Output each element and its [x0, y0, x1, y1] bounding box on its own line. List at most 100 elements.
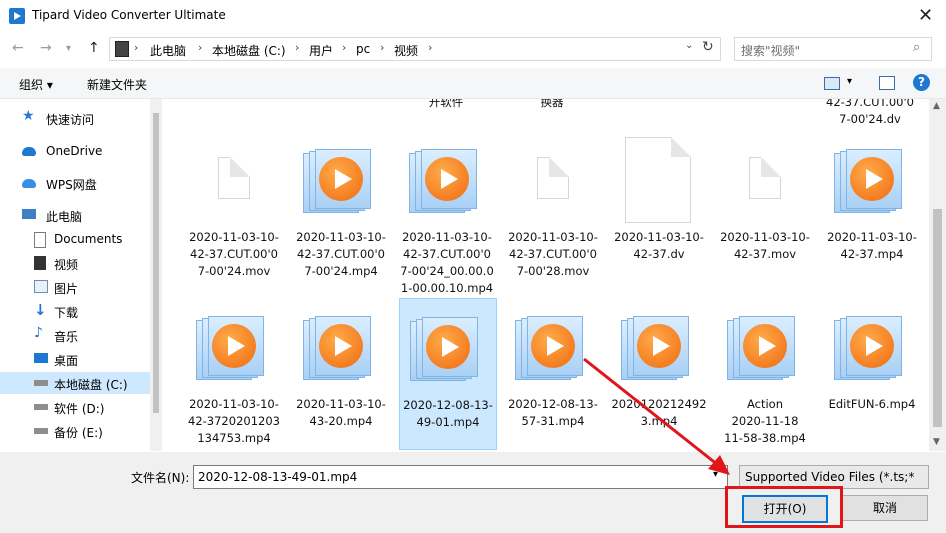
play-icon	[850, 324, 894, 368]
star-icon: ★	[22, 108, 35, 124]
file-item[interactable]: 2020-11-03-10- 42-37.CUT.00'0 7-00'24_00…	[399, 131, 495, 295]
sidebar-item-quick-access[interactable]: ★ 快速访问	[0, 107, 150, 129]
breadcrumb-users[interactable]: 用户	[309, 42, 333, 59]
back-arrow-icon[interactable]: ←	[12, 40, 24, 56]
forward-arrow-icon[interactable]: →	[40, 40, 52, 56]
video-icon	[34, 256, 46, 270]
up-arrow-icon[interactable]: ↑	[88, 40, 100, 56]
file-item[interactable]: 2020-11-03-10- 42-3720201203 134753.mp4	[186, 298, 282, 448]
breadcrumb-separator: ›	[295, 41, 300, 54]
media-player-icon	[196, 316, 272, 380]
breadcrumb-separator: ›	[134, 41, 139, 54]
media-player-icon	[303, 149, 379, 213]
file-name: 2020-12-08-13- 49-01.mp4	[403, 398, 493, 429]
address-dropdown-icon[interactable]: ⌄	[685, 40, 693, 51]
sidebar-scrollbar[interactable]	[150, 99, 162, 451]
address-bar[interactable]: › 此电脑 › 本地磁盘 (C:) › 用户 › pc › 视频 › ⌄ ↻	[109, 37, 721, 61]
generic-file-icon	[186, 131, 282, 227]
computer-icon	[22, 209, 36, 219]
sidebar-item-this-pc[interactable]: 此电脑	[0, 204, 150, 226]
video-folder-icon	[115, 41, 129, 57]
desktop-icon	[34, 353, 48, 363]
file-list-scrollbar[interactable]: ▲ ▼	[929, 99, 946, 451]
sidebar-item-label: 图片	[54, 282, 79, 296]
sidebar-item-documents[interactable]: Documents	[0, 228, 150, 250]
file-name: 2020-11-03-10- 42-37.CUT.00'0 7-00'24.mo…	[189, 230, 279, 278]
sidebar-item-label: 此电脑	[46, 210, 83, 224]
video-file-icon	[293, 298, 389, 394]
sidebar-item-desktop[interactable]: 桌面	[0, 348, 150, 370]
sidebar-item-label: 音乐	[54, 330, 79, 344]
file-item[interactable]: 2020-11-03-10- 42-37.mp4	[824, 131, 920, 281]
file-name-partial: 开软件	[428, 99, 464, 109]
preview-pane-icon[interactable]	[879, 76, 895, 90]
page-fold-shape	[671, 137, 691, 157]
filename-label: 文件名(N):	[131, 471, 190, 485]
play-icon	[531, 324, 575, 368]
video-file-icon	[293, 131, 389, 227]
file-name: 2020-11-03-10- 42-37.CUT.00'0 7-00'24_00…	[400, 230, 494, 295]
recent-dropdown-icon[interactable]: ▾	[66, 43, 71, 54]
file-name: 2020-11-03-10- 42-37.mp4	[827, 230, 917, 261]
breadcrumb-separator: ›	[380, 41, 385, 54]
new-folder-button[interactable]: 新建文件夹	[87, 76, 147, 93]
video-file-icon	[824, 298, 920, 394]
file-item-selected[interactable]: 2020-12-08-13- 49-01.mp4	[399, 298, 497, 450]
organize-button[interactable]: 组织 ▾	[19, 76, 53, 93]
file-name-partial: 换器	[540, 99, 564, 109]
sidebar-item-pictures[interactable]: 图片	[0, 276, 150, 298]
cancel-button[interactable]: 取消	[842, 495, 928, 521]
file-item[interactable]: 2020-11-03-10- 42-37.CUT.00'0 7-00'24.mo…	[186, 131, 282, 281]
media-player-icon	[834, 149, 910, 213]
file-name-partial: 42-37.CUT.00'0 7-00'24.dv	[826, 99, 914, 126]
drive-icon	[34, 380, 48, 386]
sidebar-item-label: 本地磁盘 (C:)	[54, 378, 128, 392]
sidebar-item-music[interactable]: ♪ 音乐	[0, 324, 150, 346]
breadcrumb-pc[interactable]: pc	[356, 42, 370, 56]
sidebar-item-videos[interactable]: 视频	[0, 252, 150, 274]
breadcrumb-videos[interactable]: 视频	[394, 42, 418, 59]
close-button[interactable]: ✕	[905, 1, 946, 31]
file-name: 2020-11-03-10- 42-37.mov	[720, 230, 810, 261]
breadcrumb-local-disk[interactable]: 本地磁盘 (C:)	[212, 42, 286, 59]
scroll-down-icon[interactable]: ▼	[933, 437, 940, 447]
sidebar-item-downloads[interactable]: ↓ 下载	[0, 300, 150, 322]
sidebar-item-label: Documents	[54, 232, 123, 246]
file-list-scroll-thumb[interactable]	[933, 209, 942, 427]
page-fold-shape	[761, 157, 781, 177]
file-item[interactable]: 2020-11-03-10- 43-20.mp4	[293, 298, 389, 448]
window-title: Tipard Video Converter Ultimate	[32, 8, 226, 22]
breadcrumb-this-pc[interactable]: 此电脑	[150, 42, 186, 59]
navigation-pane: ★ 快速访问 OneDrive WPS网盘 此电脑 Documents 视频 图…	[0, 99, 162, 451]
video-file-icon	[824, 131, 920, 227]
play-icon	[850, 157, 894, 201]
help-icon[interactable]: ?	[913, 74, 930, 91]
app-logo-icon	[9, 8, 25, 24]
file-name: 2020-11-03-10- 42-37.CUT.00'0 7-00'24.mp…	[296, 230, 386, 278]
file-item[interactable]: 2020-11-03-10- 42-37.mov	[717, 131, 813, 281]
refresh-icon[interactable]: ↻	[702, 39, 714, 55]
page-fold-shape	[230, 157, 250, 177]
title-bar: Tipard Video Converter Ultimate ✕	[0, 0, 946, 32]
search-input[interactable]: 搜索"视频" ⌕	[734, 37, 932, 61]
view-icon[interactable]	[824, 77, 840, 90]
sidebar-item-drive-d[interactable]: 软件 (D:)	[0, 396, 150, 418]
sidebar-item-onedrive[interactable]: OneDrive	[0, 140, 150, 162]
sidebar-scroll-thumb[interactable]	[153, 113, 159, 413]
sidebar-item-drive-e[interactable]: 备份 (E:)	[0, 420, 150, 442]
file-item[interactable]: EditFUN-6.mp4	[824, 298, 920, 448]
file-item[interactable]: 2020-11-03-10- 42-37.CUT.00'0 7-00'28.mo…	[505, 131, 601, 281]
sidebar-item-local-disk-c[interactable]: 本地磁盘 (C:)	[0, 372, 150, 394]
view-dropdown-icon[interactable]: ▾	[847, 76, 852, 87]
file-item[interactable]: 2020-11-03-10- 42-37.dv	[611, 131, 707, 281]
sidebar-item-label: 快速访问	[46, 113, 95, 127]
play-icon	[212, 324, 256, 368]
music-icon: ♪	[34, 325, 43, 341]
sidebar-item-label: 下载	[54, 306, 79, 320]
sidebar-item-label: WPS网盘	[46, 178, 97, 192]
sidebar-item-wps-drive[interactable]: WPS网盘	[0, 172, 150, 194]
annotation-arrow	[583, 357, 730, 475]
scroll-up-icon[interactable]: ▲	[933, 101, 940, 111]
file-item[interactable]: 2020-11-03-10- 42-37.CUT.00'0 7-00'24.mp…	[293, 131, 389, 281]
breadcrumb-separator: ›	[198, 41, 203, 54]
